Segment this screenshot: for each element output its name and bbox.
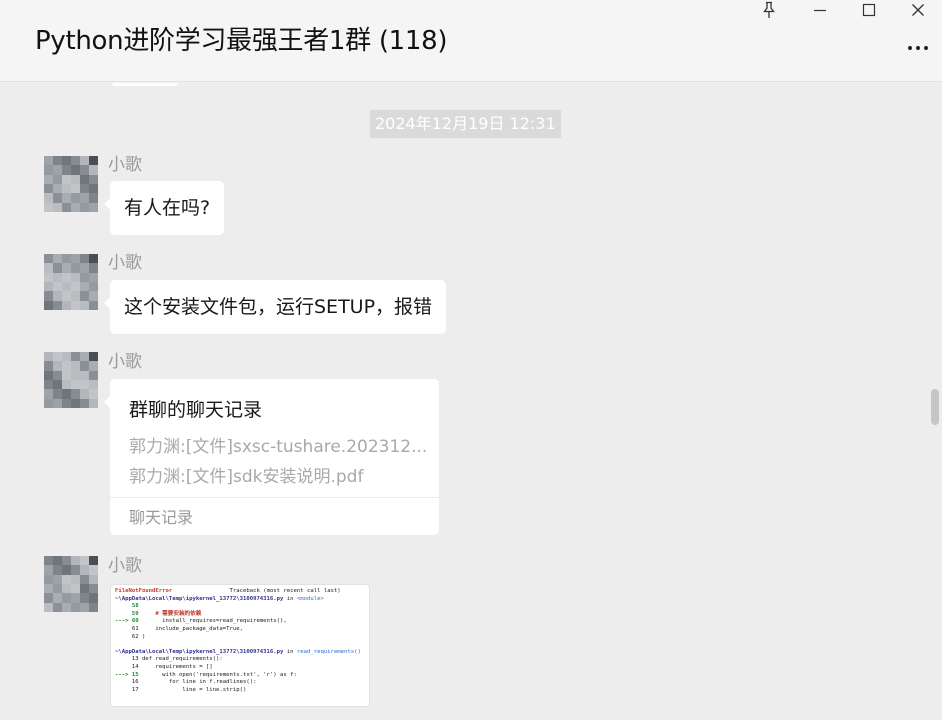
avatar[interactable] bbox=[44, 556, 98, 612]
sender-name: 小歌 bbox=[108, 253, 142, 273]
minimize-button[interactable] bbox=[796, 0, 844, 20]
pin-button[interactable] bbox=[745, 0, 793, 20]
sender-name: 小歌 bbox=[108, 352, 142, 372]
error-traceback-image: FileNotFoundError Traceback (most recent… bbox=[115, 588, 361, 693]
image-message[interactable]: FileNotFoundError Traceback (most recent… bbox=[110, 584, 370, 707]
minimize-icon bbox=[814, 9, 826, 12]
scrollbar-thumb[interactable] bbox=[931, 389, 939, 425]
more-button[interactable] bbox=[902, 38, 934, 58]
message-timestamp: 2024年12月19日 12:31 bbox=[370, 110, 561, 138]
close-button[interactable] bbox=[894, 0, 942, 20]
message-bubble[interactable]: 有人在吗? bbox=[103, 181, 225, 235]
card-footer: 聊天记录 bbox=[129, 508, 194, 527]
message-list[interactable]: 2024年12月19日 12:31 小歌 有人在吗? 小歌 这个安装文件包，运行… bbox=[0, 83, 942, 720]
chat-title[interactable]: Python进阶学习最强王者1群 (118) bbox=[35, 20, 448, 57]
sender-name: 小歌 bbox=[108, 155, 142, 175]
pin-icon bbox=[763, 1, 775, 18]
maximize-button[interactable] bbox=[845, 0, 893, 20]
chat-header: Python进阶学习最强王者1群 (118) bbox=[0, 0, 942, 82]
card-line: 郭力渊:[文件]sxsc-tushare.202312... bbox=[129, 437, 428, 457]
previous-message-edge bbox=[112, 83, 178, 86]
card-line: 郭力渊:[文件]sdk安装说明.pdf bbox=[129, 467, 364, 487]
sender-name: 小歌 bbox=[108, 556, 142, 576]
message-bubble[interactable]: 这个安装文件包，运行SETUP，报错 bbox=[103, 280, 447, 334]
maximize-icon bbox=[862, 3, 876, 17]
card-title: 群聊的聊天记录 bbox=[129, 399, 263, 421]
avatar[interactable] bbox=[44, 352, 98, 408]
avatar[interactable] bbox=[44, 254, 98, 310]
more-icon bbox=[908, 46, 928, 50]
chat-record-card[interactable]: 群聊的聊天记录 郭力渊:[文件]sxsc-tushare.202312... 郭… bbox=[104, 379, 439, 535]
close-icon bbox=[912, 4, 924, 16]
card-divider bbox=[110, 497, 439, 498]
avatar[interactable] bbox=[44, 156, 98, 212]
